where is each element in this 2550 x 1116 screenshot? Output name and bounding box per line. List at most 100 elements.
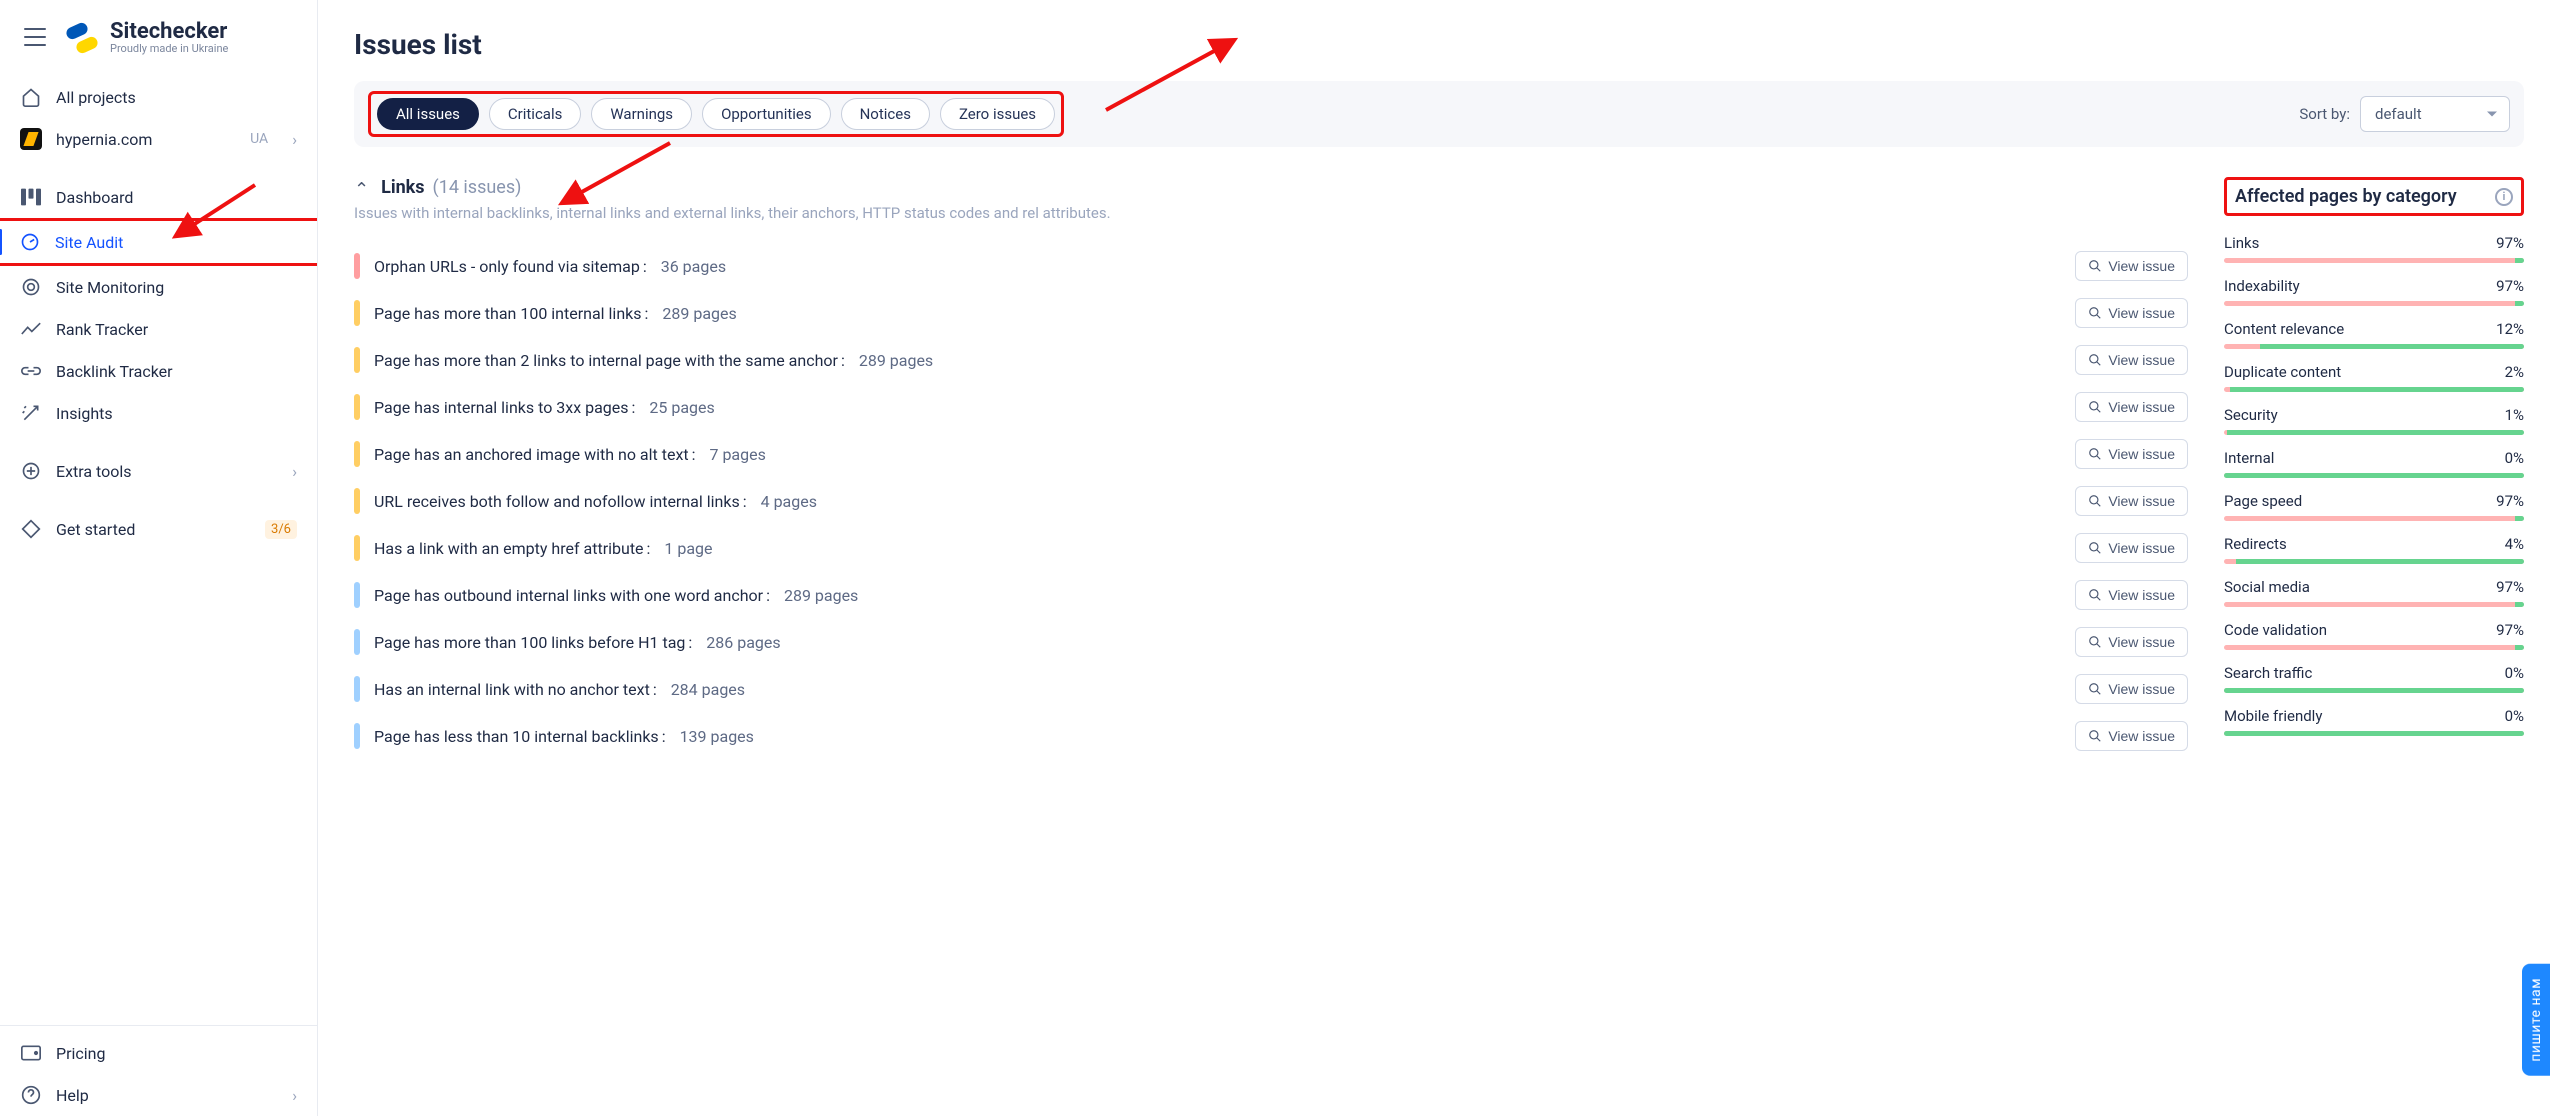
view-issue-button[interactable]: View issue (2075, 298, 2188, 328)
issue-title: Page has internal links to 3xx pages (374, 398, 635, 417)
sidebar-item-get-started[interactable]: Get started 3/6 (0, 508, 317, 550)
category-pct: 0% (2505, 664, 2524, 682)
filter-pill-warnings[interactable]: Warnings (591, 98, 692, 130)
severity-indicator (354, 347, 360, 373)
sidebar-item-rank-tracker[interactable]: Rank Tracker (0, 308, 317, 350)
severity-indicator (354, 582, 360, 608)
project-icon (20, 128, 42, 150)
sidebar-item-insights[interactable]: Insights (0, 392, 317, 434)
plus-circle-icon (20, 460, 42, 482)
brand[interactable]: Sitechecker Proudly made in Ukraine (66, 20, 228, 55)
category-row[interactable]: Security1% (2224, 406, 2524, 435)
issue-row[interactable]: Page has more than 100 internal links 28… (354, 289, 2188, 336)
issue-row[interactable]: Orphan URLs - only found via sitemap 36 … (354, 242, 2188, 289)
category-row[interactable]: Social media97% (2224, 578, 2524, 607)
sidebar-item-site-audit[interactable]: Site Audit (0, 221, 317, 263)
info-icon[interactable]: i (2495, 188, 2513, 206)
view-issue-button[interactable]: View issue (2075, 251, 2188, 281)
filter-pill-opportunities[interactable]: Opportunities (702, 98, 831, 130)
sidebar-item-backlink-tracker[interactable]: Backlink Tracker (0, 350, 317, 392)
issue-title: Page has more than 100 internal links (374, 304, 648, 323)
categories-title-highlight: Affected pages by category i (2224, 177, 2524, 216)
issue-group-toggle[interactable]: ⌄ Links (14 issues) (354, 177, 2188, 198)
menu-toggle-button[interactable] (14, 16, 56, 58)
severity-indicator (354, 394, 360, 420)
view-issue-button[interactable]: View issue (2075, 674, 2188, 704)
sidebar-item-dashboard[interactable]: Dashboard (0, 176, 317, 218)
view-issue-label: View issue (2108, 258, 2175, 274)
page-title: Issues list (354, 28, 2524, 61)
category-pct: 0% (2505, 449, 2524, 467)
filter-pills-highlight: All issues Criticals Warnings Opportunities… (368, 91, 1064, 137)
group-name: Links (381, 177, 424, 198)
chat-tab[interactable]: пишите нам (2522, 964, 2550, 1076)
search-icon (2088, 400, 2102, 414)
diamond-icon (20, 518, 42, 540)
category-bar (2224, 731, 2524, 736)
search-icon (2088, 259, 2102, 273)
issue-row[interactable]: Page has an anchored image with no alt t… (354, 430, 2188, 477)
issue-title: URL receives both follow and nofollow in… (374, 492, 747, 511)
category-bar (2224, 516, 2524, 521)
link-icon (20, 360, 42, 382)
category-row[interactable]: Code validation97% (2224, 621, 2524, 650)
category-row[interactable]: Content relevance 12% (2224, 320, 2524, 349)
category-row[interactable]: Internal0% (2224, 449, 2524, 478)
issue-row[interactable]: Page has outbound internal links with on… (354, 571, 2188, 618)
issue-row[interactable]: Has an internal link with no anchor text… (354, 665, 2188, 712)
target-icon (20, 276, 42, 298)
view-issue-label: View issue (2108, 728, 2175, 744)
category-row[interactable]: Indexability97% (2224, 277, 2524, 306)
issue-row[interactable]: Page has less than 10 internal backlinks… (354, 712, 2188, 759)
sort-select[interactable]: default (2360, 96, 2510, 132)
sidebar-item-label: Get started (56, 520, 135, 539)
issue-row[interactable]: URL receives both follow and nofollow in… (354, 477, 2188, 524)
sidebar-item-label: Help (56, 1086, 89, 1105)
view-issue-button[interactable]: View issue (2075, 533, 2188, 563)
view-issue-button[interactable]: View issue (2075, 627, 2188, 657)
category-pct: 4% (2505, 535, 2524, 553)
sidebar-item-pricing[interactable]: Pricing (0, 1032, 317, 1074)
category-name: Content relevance (2224, 320, 2344, 338)
project-region: UA (250, 131, 268, 147)
category-row[interactable]: Search traffic0% (2224, 664, 2524, 693)
category-name: Security (2224, 406, 2278, 424)
view-issue-button[interactable]: View issue (2075, 439, 2188, 469)
issue-count: 289 pages (859, 351, 933, 370)
issue-row[interactable]: Page has internal links to 3xx pages 25 … (354, 383, 2188, 430)
categories-title: Affected pages by category (2235, 186, 2457, 207)
filter-pill-notices[interactable]: Notices (841, 98, 930, 130)
category-row[interactable]: Links97% (2224, 234, 2524, 263)
home-icon (20, 86, 42, 108)
category-row[interactable]: Page speed97% (2224, 492, 2524, 521)
sidebar-item-all-projects[interactable]: All projects (0, 76, 317, 118)
view-issue-button[interactable]: View issue (2075, 345, 2188, 375)
view-issue-label: View issue (2108, 634, 2175, 650)
view-issue-button[interactable]: View issue (2075, 580, 2188, 610)
issue-row[interactable]: Has a link with an empty href attribute … (354, 524, 2188, 571)
view-issue-label: View issue (2108, 540, 2175, 556)
sidebar-item-site-monitoring[interactable]: Site Monitoring (0, 266, 317, 308)
sidebar-item-project[interactable]: hypernia.com UA › (0, 118, 317, 160)
issue-row[interactable]: Page has more than 100 links before H1 t… (354, 618, 2188, 665)
sidebar-item-extra-tools[interactable]: Extra tools › (0, 450, 317, 492)
issue-count: 25 pages (649, 398, 714, 417)
issue-row[interactable]: Page has more than 2 links to internal p… (354, 336, 2188, 383)
category-row[interactable]: Redirects4% (2224, 535, 2524, 564)
category-bar (2224, 602, 2524, 607)
group-description: Issues with internal backlinks, internal… (354, 204, 2188, 222)
issue-title: Has a link with an empty href attribute (374, 539, 650, 558)
filter-pill-criticals[interactable]: Criticals (489, 98, 581, 130)
view-issue-button[interactable]: View issue (2075, 721, 2188, 751)
sidebar-item-help[interactable]: Help › (0, 1074, 317, 1116)
category-row[interactable]: Mobile friendly0% (2224, 707, 2524, 736)
category-pct: 12% (2496, 320, 2524, 338)
issue-title: Orphan URLs - only found via sitemap (374, 257, 647, 276)
category-row[interactable]: Duplicate content2% (2224, 363, 2524, 392)
view-issue-button[interactable]: View issue (2075, 392, 2188, 422)
filter-pill-all-issues[interactable]: All issues (377, 98, 479, 130)
issue-title: Page has outbound internal links with on… (374, 586, 770, 605)
sort-label: Sort by: (2299, 105, 2350, 123)
filter-pill-zero-issues[interactable]: Zero issues (940, 98, 1055, 130)
view-issue-button[interactable]: View issue (2075, 486, 2188, 516)
